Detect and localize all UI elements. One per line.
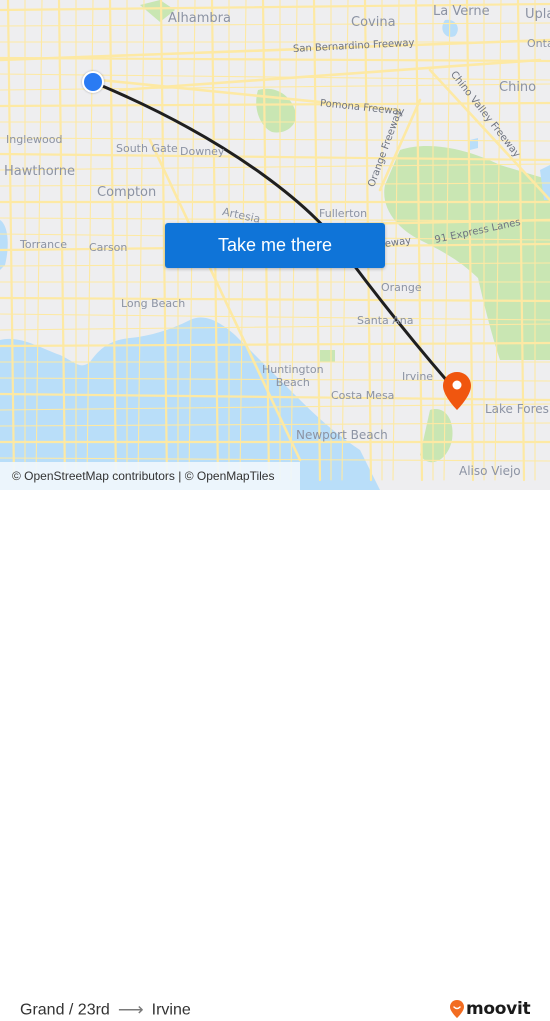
place-label-upland: Upla: [525, 7, 550, 22]
place-label-hawthorne: Hawthorne: [4, 164, 76, 179]
attribution-text[interactable]: © OpenStreetMap contributors | © OpenMap…: [12, 469, 274, 483]
place-label-torrance: Torrance: [20, 238, 67, 251]
place-label-long-beach: Long Beach: [121, 297, 186, 310]
map-pin-icon[interactable]: [443, 372, 471, 410]
place-label-fullerton: Fullerton: [319, 207, 368, 220]
place-label-south-gate: South Gate: [116, 142, 178, 155]
place-label-ontario: Onta: [527, 37, 550, 50]
place-label-inglewood: Inglewood: [6, 133, 63, 146]
origin-dot-icon[interactable]: [82, 71, 104, 93]
place-label-la-verne: La Verne: [433, 4, 490, 19]
place-label-compton: Compton: [97, 185, 157, 200]
place-label-orange: Orange: [381, 281, 422, 294]
take-me-there-button[interactable]: Take me there: [165, 223, 385, 268]
moovit-logo[interactable]: moovit: [450, 999, 531, 1019]
place-label-downey: Downey: [180, 145, 225, 158]
place-label-costa-mesa: Costa Mesa: [331, 389, 395, 402]
place-label-chino: Chino: [499, 80, 537, 95]
place-label-irvine: Irvine: [402, 370, 434, 383]
place-label-covina: Covina: [351, 15, 396, 30]
origin-label: Grand / 23rd: [20, 1001, 110, 1018]
route-summary: Grand / 23rd ⟶ Irvine: [20, 1000, 191, 1021]
place-label-newport-beach: Newport Beach: [296, 428, 388, 442]
arrow-right-icon: ⟶: [117, 999, 144, 1020]
place-label-santa-ana: Santa Ana: [357, 314, 414, 327]
place-label-huntington-beach: Huntington Beach: [262, 363, 324, 390]
moovit-logo-text: moovit: [466, 999, 531, 1019]
place-label-lake-forest: Lake Fores: [485, 402, 549, 416]
destination-label: Irvine: [151, 1001, 191, 1018]
footer: Grand / 23rd ⟶ Irvine moovit: [0, 490, 550, 1020]
place-label-aliso-viejo: Aliso Viejo: [459, 464, 521, 478]
moovit-pin-icon: [450, 1000, 464, 1018]
place-label-alhambra: Alhambra: [168, 11, 231, 26]
map[interactable]: Alhambra Covina La Verne Upla Onta Chino…: [0, 0, 550, 490]
place-label-carson: Carson: [89, 241, 128, 254]
map-attribution[interactable]: © OpenStreetMap contributors | © OpenMap…: [0, 462, 300, 490]
